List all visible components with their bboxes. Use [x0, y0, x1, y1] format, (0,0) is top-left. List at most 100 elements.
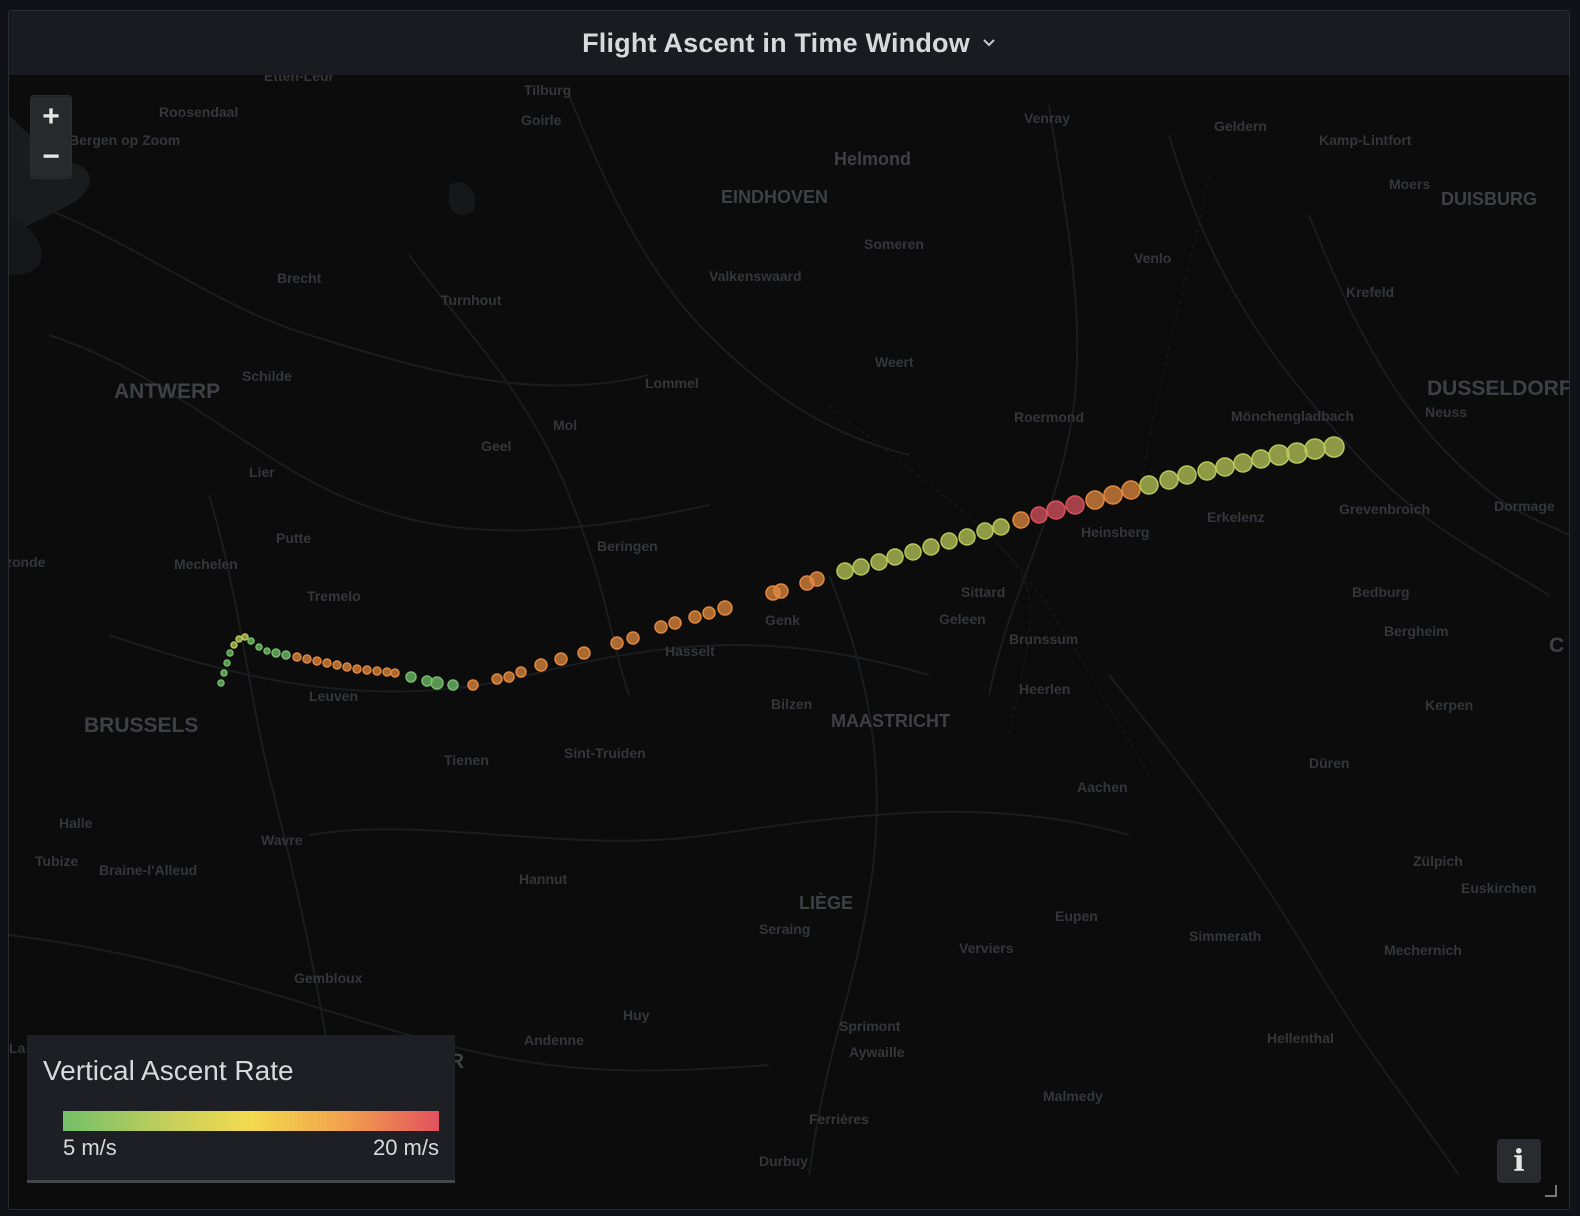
track-point[interactable]	[362, 665, 372, 675]
track-point[interactable]	[390, 668, 400, 678]
map-canvas[interactable]: Etten-Leur Tilburg Goirle Roosendaal Ber…	[9, 75, 1569, 1209]
track-point[interactable]	[870, 553, 888, 571]
track-point[interactable]	[405, 671, 417, 683]
track-point[interactable]	[688, 610, 702, 624]
label-erkelenz: Erkelenz	[1207, 509, 1265, 525]
label-krefeld: Krefeld	[1346, 284, 1394, 300]
label-zulpich: Zülpich	[1413, 853, 1463, 869]
track-point[interactable]	[717, 600, 733, 616]
label-lommel: Lommel	[645, 375, 699, 391]
track-point[interactable]	[292, 652, 302, 662]
track-point[interactable]	[235, 635, 243, 643]
track-point[interactable]	[922, 538, 940, 556]
track-point[interactable]	[1139, 475, 1159, 495]
track-point[interactable]	[1268, 444, 1290, 466]
track-point[interactable]	[1177, 465, 1197, 485]
track-point[interactable]	[836, 562, 854, 580]
track-point[interactable]	[1103, 485, 1123, 505]
track-point[interactable]	[1251, 449, 1271, 469]
label-beringen: Beringen	[597, 538, 658, 554]
track-point[interactable]	[1121, 480, 1141, 500]
track-point[interactable]	[626, 631, 640, 645]
track-point[interactable]	[1065, 495, 1085, 515]
track-point[interactable]	[554, 652, 568, 666]
track-point[interactable]	[322, 658, 332, 668]
track-point[interactable]	[1286, 442, 1308, 464]
track-point[interactable]	[1030, 506, 1048, 524]
track-point[interactable]	[577, 646, 591, 660]
track-point[interactable]	[1046, 500, 1066, 520]
track-point[interactable]	[702, 606, 716, 620]
label-kerpen: Kerpen	[1425, 697, 1473, 713]
label-andenne: Andenne	[524, 1032, 584, 1048]
label-tremelo: Tremelo	[307, 588, 361, 604]
track-point[interactable]	[352, 664, 362, 674]
track-point[interactable]	[467, 679, 479, 691]
track-point[interactable]	[302, 654, 312, 664]
track-point[interactable]	[220, 669, 228, 677]
track-point[interactable]	[372, 666, 382, 676]
track-point[interactable]	[515, 666, 527, 678]
track-point[interactable]	[342, 662, 352, 672]
label-la: La	[9, 1040, 26, 1056]
label-tubize: Tubize	[35, 853, 79, 869]
track-point[interactable]	[668, 616, 682, 630]
track-point[interactable]	[809, 571, 825, 587]
track-point[interactable]	[1085, 490, 1105, 510]
label-someren: Someren	[864, 236, 924, 252]
label-brecht: Brecht	[277, 270, 322, 286]
label-roosendaal: Roosendaal	[159, 104, 238, 120]
track-point[interactable]	[312, 656, 322, 666]
zoom-in-button[interactable]: +	[31, 97, 71, 137]
track-point[interactable]	[852, 558, 870, 576]
track-point[interactable]	[263, 647, 271, 655]
track-point[interactable]	[271, 648, 281, 658]
chevron-down-icon[interactable]	[982, 36, 996, 50]
label-brunssum: Brunssum	[1009, 631, 1078, 647]
track-point[interactable]	[223, 659, 231, 667]
track-point[interactable]	[217, 679, 225, 687]
label-eupen: Eupen	[1055, 908, 1098, 924]
label-euskirchen: Euskirchen	[1461, 880, 1536, 896]
resize-handle-icon[interactable]	[1545, 1185, 1557, 1197]
track-point[interactable]	[332, 660, 342, 670]
track-point[interactable]	[230, 641, 238, 649]
track-point[interactable]	[491, 673, 503, 685]
track-point[interactable]	[382, 667, 392, 677]
label-wavre: Wavre	[261, 832, 303, 848]
track-point[interactable]	[904, 543, 922, 561]
track-point[interactable]	[241, 633, 249, 641]
track-point[interactable]	[886, 548, 904, 566]
track-point[interactable]	[1159, 470, 1179, 490]
panel-header[interactable]: Flight Ascent in Time Window	[9, 11, 1569, 76]
track-point[interactable]	[958, 528, 976, 546]
label-geel: Geel	[481, 438, 511, 454]
track-point[interactable]	[226, 649, 234, 657]
zoom-out-button[interactable]: −	[31, 137, 71, 177]
track-point[interactable]	[247, 637, 255, 645]
label-verviers: Verviers	[959, 940, 1014, 956]
track-point[interactable]	[430, 676, 444, 690]
track-point[interactable]	[992, 518, 1010, 536]
label-eindhoven: EINDHOVEN	[721, 187, 828, 207]
track-point[interactable]	[1233, 453, 1253, 473]
track-point[interactable]	[773, 583, 789, 599]
track-point[interactable]	[610, 636, 624, 650]
track-point[interactable]	[255, 643, 263, 651]
track-point[interactable]	[654, 620, 668, 634]
track-point[interactable]	[281, 650, 291, 660]
label-kamp-lintfort: Kamp-Lintfort	[1319, 132, 1412, 148]
track-point[interactable]	[1197, 461, 1217, 481]
panel-title[interactable]: Flight Ascent in Time Window	[582, 28, 970, 59]
label-hannut: Hannut	[519, 871, 568, 887]
track-point[interactable]	[534, 658, 548, 672]
track-point[interactable]	[447, 679, 459, 691]
info-icon[interactable]: i	[1497, 1139, 1541, 1183]
track-point[interactable]	[503, 671, 515, 683]
track-point[interactable]	[1304, 438, 1326, 460]
track-point[interactable]	[1012, 511, 1030, 529]
track-point[interactable]	[1323, 436, 1345, 458]
track-point[interactable]	[1215, 457, 1235, 477]
track-point[interactable]	[976, 522, 994, 540]
track-point[interactable]	[940, 532, 958, 550]
